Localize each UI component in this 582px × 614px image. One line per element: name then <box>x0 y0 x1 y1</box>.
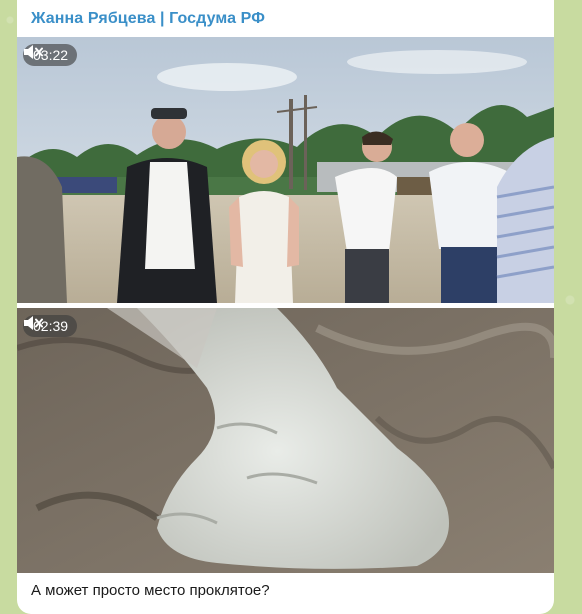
speaker-muted-icon[interactable] <box>23 315 43 331</box>
video-thumbnail-1[interactable]: 03:22 <box>17 37 554 303</box>
video-duration-badge: 03:22 <box>23 44 78 66</box>
muddy-puddle-scene <box>17 308 554 573</box>
message-bubble: Жанна Рябцева | Госдума РФ 03:22 02:39 А… <box>17 0 554 614</box>
message-text: А может просто место проклятое? <box>31 582 270 599</box>
channel-name[interactable]: Жанна Рябцева | Госдума РФ <box>31 10 265 28</box>
outdoor-group-scene <box>17 37 554 303</box>
video-thumbnail-2[interactable]: 02:39 <box>17 308 554 573</box>
video-duration-badge: 02:39 <box>23 315 78 337</box>
speaker-muted-icon[interactable] <box>23 44 43 60</box>
